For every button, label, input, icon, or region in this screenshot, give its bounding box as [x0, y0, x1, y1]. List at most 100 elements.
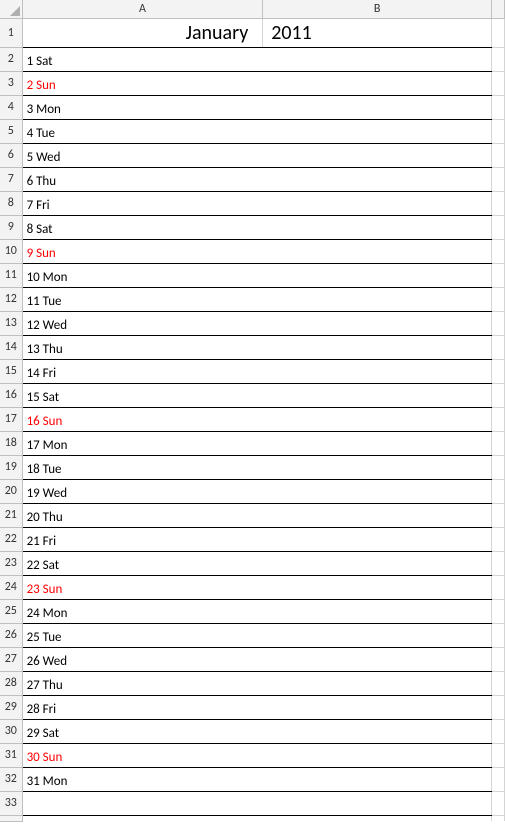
cell-month[interactable]: January: [22, 18, 263, 47]
cell-empty[interactable]: [263, 767, 492, 791]
cell-day[interactable]: 20 Thu: [22, 503, 263, 527]
cell-overflow[interactable]: [491, 671, 504, 695]
cell-day[interactable]: 23 Sun: [22, 575, 263, 599]
row-header-33[interactable]: 33: [0, 791, 22, 815]
cell-empty[interactable]: [263, 623, 492, 647]
cell-day[interactable]: 16 Sun: [22, 407, 263, 431]
cell-day[interactable]: 26 Wed: [22, 647, 263, 671]
cell-day[interactable]: 15 Sat: [22, 383, 263, 407]
row-header-21[interactable]: 21: [0, 503, 22, 527]
cell-empty[interactable]: [263, 479, 492, 503]
cell-overflow[interactable]: [491, 407, 504, 431]
cell-overflow[interactable]: [491, 47, 504, 71]
cell-day[interactable]: 18 Tue: [22, 455, 263, 479]
cell-overflow[interactable]: [491, 143, 504, 167]
cell-empty[interactable]: [263, 527, 492, 551]
cell-empty[interactable]: [263, 191, 492, 215]
row-header-15[interactable]: 15: [0, 359, 22, 383]
row-header-30[interactable]: 30: [0, 719, 22, 743]
cell-day[interactable]: 3 Mon: [22, 95, 263, 119]
cell-overflow[interactable]: [491, 455, 504, 479]
cell-day[interactable]: 1 Sat: [22, 47, 263, 71]
cell-overflow[interactable]: [491, 95, 504, 119]
cell-overflow[interactable]: [491, 311, 504, 335]
cell-day[interactable]: 5 Wed: [22, 143, 263, 167]
cell-day[interactable]: 12 Wed: [22, 311, 263, 335]
row-header-6[interactable]: 6: [0, 143, 22, 167]
cell-overflow[interactable]: [491, 719, 504, 743]
cell-empty[interactable]: [263, 671, 492, 695]
cell-empty[interactable]: [263, 719, 492, 743]
cell-day[interactable]: 29 Sat: [22, 719, 263, 743]
cell-empty[interactable]: [263, 455, 492, 479]
cell-day[interactable]: 22 Sat: [22, 551, 263, 575]
cell-empty[interactable]: [22, 791, 263, 815]
row-header-9[interactable]: 9: [0, 215, 22, 239]
cell-empty[interactable]: [263, 95, 492, 119]
row-header-4[interactable]: 4: [0, 95, 22, 119]
row-header-8[interactable]: 8: [0, 191, 22, 215]
cell-overflow[interactable]: [491, 215, 504, 239]
cell-empty[interactable]: [263, 263, 492, 287]
cell-day[interactable]: 13 Thu: [22, 335, 263, 359]
column-header-a[interactable]: A: [22, 0, 263, 18]
cell-overflow[interactable]: [491, 239, 504, 263]
cell-day[interactable]: 6 Thu: [22, 167, 263, 191]
cell-overflow[interactable]: [491, 767, 504, 791]
cell-day[interactable]: 14 Fri: [22, 359, 263, 383]
cell-empty[interactable]: [263, 599, 492, 623]
cell-empty[interactable]: [263, 143, 492, 167]
row-header-5[interactable]: 5: [0, 119, 22, 143]
cell-overflow[interactable]: [491, 623, 504, 647]
cell-empty[interactable]: [263, 647, 492, 671]
cell-empty[interactable]: [263, 503, 492, 527]
cell-empty[interactable]: [263, 71, 492, 95]
cell-overflow[interactable]: [491, 503, 504, 527]
row-header-1[interactable]: 1: [0, 18, 22, 47]
row-header-26[interactable]: 26: [0, 623, 22, 647]
cell-day[interactable]: 17 Mon: [22, 431, 263, 455]
cell-partial[interactable]: [22, 815, 263, 821]
cell-overflow[interactable]: [491, 359, 504, 383]
cell-partial[interactable]: [263, 815, 492, 821]
cell-year[interactable]: 2011: [263, 18, 492, 47]
cell-empty[interactable]: [263, 407, 492, 431]
cell-day[interactable]: 9 Sun: [22, 239, 263, 263]
cell-day[interactable]: 2 Sun: [22, 71, 263, 95]
cell-day[interactable]: 19 Wed: [22, 479, 263, 503]
cell-empty[interactable]: [263, 383, 492, 407]
cell-overflow[interactable]: [491, 599, 504, 623]
cell-empty[interactable]: [263, 551, 492, 575]
cell-day[interactable]: 21 Fri: [22, 527, 263, 551]
row-header-2[interactable]: 2: [0, 47, 22, 71]
cell-day[interactable]: 27 Thu: [22, 671, 263, 695]
column-header-b[interactable]: B: [263, 0, 492, 18]
cell-empty[interactable]: [263, 215, 492, 239]
cell-day[interactable]: 7 Fri: [22, 191, 263, 215]
cell-overflow[interactable]: [491, 551, 504, 575]
cell-day[interactable]: 30 Sun: [22, 743, 263, 767]
row-header-13[interactable]: 13: [0, 311, 22, 335]
cell-empty[interactable]: [263, 119, 492, 143]
cell-empty[interactable]: [263, 47, 492, 71]
cell-overflow[interactable]: [491, 191, 504, 215]
row-header-22[interactable]: 22: [0, 527, 22, 551]
cell-partial[interactable]: [491, 815, 504, 821]
cell-empty[interactable]: [263, 431, 492, 455]
cell-overflow[interactable]: [491, 431, 504, 455]
cell-day[interactable]: 10 Mon: [22, 263, 263, 287]
cell-empty[interactable]: [263, 575, 492, 599]
cell-empty[interactable]: [263, 311, 492, 335]
row-header-3[interactable]: 3: [0, 71, 22, 95]
row-header-12[interactable]: 12: [0, 287, 22, 311]
cell-overflow[interactable]: [491, 167, 504, 191]
cell-overflow[interactable]: [491, 743, 504, 767]
cell-overflow[interactable]: [491, 791, 504, 815]
row-header-25[interactable]: 25: [0, 599, 22, 623]
cell-overflow[interactable]: [491, 695, 504, 719]
cell-day[interactable]: 8 Sat: [22, 215, 263, 239]
row-header-18[interactable]: 18: [0, 431, 22, 455]
cell-overflow[interactable]: [491, 575, 504, 599]
cell-overflow[interactable]: [491, 335, 504, 359]
cell-overflow[interactable]: [491, 71, 504, 95]
